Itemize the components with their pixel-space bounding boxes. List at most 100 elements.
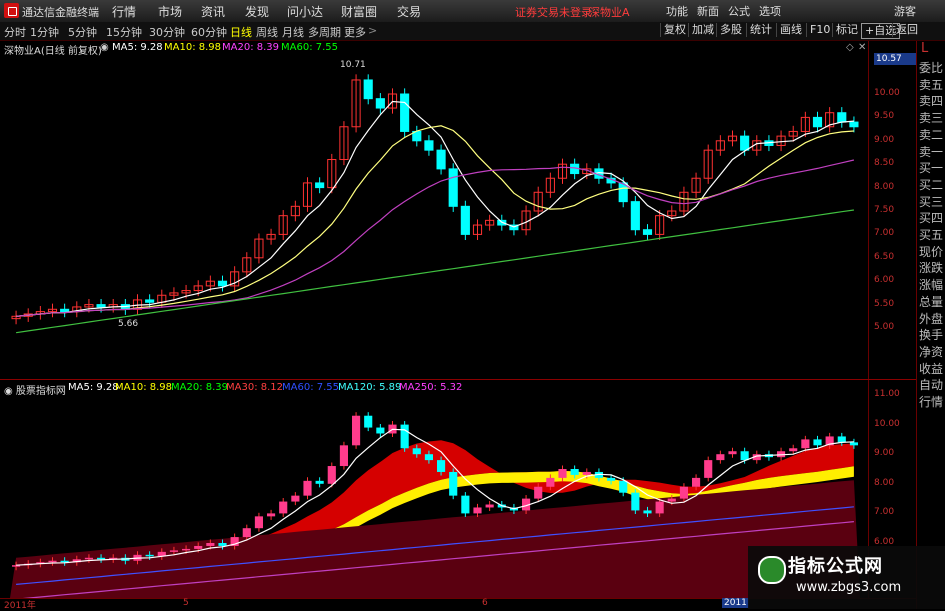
quote-field-label: 收益	[919, 361, 944, 376]
indicator-ma-label: MA20: 8.39	[171, 382, 229, 393]
candle-body	[448, 168, 458, 207]
indicator-candle-body	[84, 557, 93, 560]
date-label-may: 5	[183, 598, 189, 608]
site-logo-icon	[758, 556, 786, 584]
ma10-label: MA10: 8.98	[164, 42, 222, 53]
quote-field-label: 卖二	[919, 127, 944, 142]
ma60-line	[16, 209, 854, 334]
indicator-candle-body	[813, 439, 822, 446]
candle-body	[363, 79, 373, 100]
quote-panel: L 委比 卖五 卖四 卖三 卖二 卖一 买一 买二 买三 买四 买五 现价 涨跌 涨幅 总量 外盘 换手 净资 收益…	[916, 41, 945, 609]
pane-divider[interactable]	[0, 379, 916, 380]
indicator-candle-body	[291, 495, 300, 502]
indicator-candle-body	[48, 560, 57, 563]
indicator-candle-body	[643, 510, 652, 514]
kline-chart[interactable]	[0, 0, 916, 609]
candle-body	[60, 308, 70, 313]
quote-field-label: 卖四	[919, 94, 944, 109]
close-chart-icon[interactable]: ✕	[858, 42, 866, 53]
main-y-tick: 6.50	[874, 251, 895, 262]
indicator-candle-body	[412, 448, 421, 455]
quote-field-label: 换手	[919, 328, 944, 343]
indicator-title: ◉ 股票指标网	[4, 386, 66, 397]
candle-body	[145, 299, 155, 303]
watermark-url: www.zbgs3.com	[796, 580, 902, 595]
indicator-candle-body	[728, 451, 737, 455]
indicator-candle-body	[400, 424, 409, 449]
quote-field-label: 涨跌	[919, 261, 944, 276]
candle-body	[630, 201, 640, 231]
indicator-candle-body	[534, 486, 543, 499]
indicator-candle-body	[473, 507, 482, 514]
high-price-label: 10.71	[340, 60, 366, 70]
indicator-candle-body	[169, 550, 178, 552]
current-price-tag: 10.57	[874, 53, 918, 65]
candle-body	[849, 121, 859, 128]
indicator-candle-body	[242, 528, 251, 538]
quote-field-label: 买一	[919, 161, 944, 176]
indicator-candle-body	[801, 439, 810, 449]
indicator-candle-body	[218, 543, 227, 546]
indicator-candle-body	[437, 460, 446, 472]
indicator-candle-body	[254, 516, 263, 529]
indicator-candle-body	[607, 477, 616, 481]
candle-body	[375, 98, 385, 109]
indicator-candle-body	[315, 480, 324, 484]
indicator-candle-body	[461, 495, 470, 514]
indicator-candle-body	[667, 498, 676, 502]
indicator-ma-label: MA60: 7.55	[282, 382, 340, 393]
candle-body	[424, 140, 434, 151]
ma20-label: MA20: 8.39	[222, 42, 280, 53]
indicator-candle-body	[716, 454, 725, 461]
indicator-candle-body	[449, 471, 458, 496]
candle-body	[812, 116, 823, 128]
candle-body	[436, 149, 446, 170]
main-y-tick: 9.00	[874, 134, 895, 145]
indicator-candle-body	[145, 554, 154, 557]
main-y-tick: 10.00	[874, 88, 900, 98]
indicator-y-tick: 8.00	[874, 477, 895, 488]
indicator-candle-body	[631, 492, 640, 511]
quote-field-label: 现价	[919, 244, 944, 259]
ma60-label: MA60: 7.55	[281, 42, 339, 53]
indicator-ma-label: MA30: 8.12	[226, 382, 284, 393]
indicator-candle-body	[424, 454, 433, 461]
indicator-candle-body	[740, 451, 749, 461]
diamond-icon[interactable]: ◇	[846, 42, 854, 53]
indicator-ma-label: MA10: 8.98	[115, 382, 173, 393]
main-y-tick: 8.50	[874, 158, 895, 169]
quote-field-label: 买二	[919, 177, 944, 192]
indicator-candle-body	[364, 415, 373, 428]
indicator-candle-body	[182, 548, 191, 551]
date-label-year: 2011年	[4, 601, 36, 611]
indicator-candle-body	[849, 442, 858, 446]
quote-field-label: 卖五	[919, 77, 944, 92]
quote-field-label: 卖一	[919, 144, 944, 159]
quote-field-label: 自动	[919, 378, 944, 393]
date-label-june: 6	[482, 598, 488, 608]
indicator-candle-body	[704, 460, 713, 478]
indicator-candle-body	[267, 513, 276, 517]
indicator-y-tick: 6.00	[874, 536, 895, 547]
quote-field-label: 外盘	[919, 311, 944, 326]
main-y-tick: 6.00	[874, 275, 895, 286]
indicator-candle-body	[352, 415, 361, 446]
indicator-candle-body	[97, 557, 106, 560]
indicator-candle-body	[619, 480, 628, 493]
quote-field-label: 涨幅	[919, 278, 944, 293]
indicator-candle-body	[339, 445, 348, 467]
ma20-line	[16, 159, 855, 317]
main-y-tick: 9.50	[874, 111, 895, 122]
indicator-candle-body	[376, 427, 385, 434]
watermark-title: 指标公式网	[788, 556, 883, 577]
indicator-candle-body	[206, 543, 215, 546]
quote-field-label: 委比	[919, 61, 944, 75]
quote-field-label: 买五	[919, 228, 944, 242]
indicator-candle-body	[279, 501, 288, 514]
quote-field-label: 买三	[919, 194, 944, 209]
indicator-y-tick: 9.00	[874, 448, 895, 458]
quote-field-label: 总量	[919, 294, 944, 309]
indicator-candle-body	[194, 545, 203, 549]
chart-settings-icon[interactable]: ◉	[100, 42, 109, 53]
main-y-tick: 5.00	[874, 322, 895, 332]
